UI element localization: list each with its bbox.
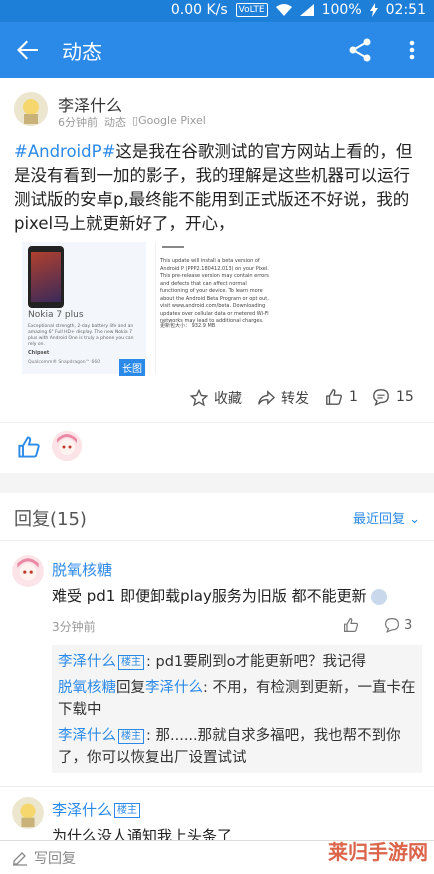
network-speed: 0.00 K/s <box>170 2 228 18</box>
comment-text-content: 难受 pd1 即便卸载play服务为旧版 都不能更新 <box>52 587 367 605</box>
comment-count: 15 <box>396 389 414 405</box>
post-content: #AndroidP#这是我在谷歌测试的官方网站上看的，但是没有看到一加的影子，我… <box>14 140 424 236</box>
phone-image <box>28 246 64 308</box>
sort-label: 最近回复 <box>352 512 405 527</box>
clock: 02:51 <box>385 2 426 18</box>
sub-reply-text: : pd1要刷到o才能更新吧？我记得 <box>146 654 366 670</box>
long-image-badge: 长图 <box>119 359 145 376</box>
thumb2-size: 更新包大小： 932.9 MB <box>160 323 216 329</box>
edit-icon <box>13 852 27 866</box>
post-category: 动态 <box>104 116 126 129</box>
post-username[interactable]: 李泽什么 <box>58 92 122 116</box>
thumbs-up-icon <box>326 389 342 405</box>
emoji-icon <box>371 588 388 605</box>
comment-icon <box>373 389 389 406</box>
post-image-2[interactable]: This update will install a beta version … <box>155 242 279 374</box>
comment-icon <box>384 617 400 633</box>
sort-dropdown[interactable]: 最近回复 ⌄ <box>353 508 420 527</box>
liked-user-avatar[interactable] <box>52 431 82 461</box>
thumbs-up-icon <box>344 617 359 632</box>
comment-item: 李泽什么 楼主 为什么没人通知我上头条了 <box>0 786 434 845</box>
thumbs-up-blue-icon <box>18 436 40 458</box>
forward-label: 转发 <box>281 391 309 407</box>
post-time: 6分钟前 <box>58 116 98 129</box>
comment-username[interactable]: 李泽什么 楼主 <box>52 799 142 820</box>
thumb1-spec-label: Chipset <box>28 350 50 356</box>
share-icon[interactable] <box>346 36 374 64</box>
forward-icon <box>258 390 275 405</box>
comment-text: 难受 pd1 即便卸载play服务为旧版 都不能更新 <box>52 585 388 606</box>
sub-reply-user[interactable]: 李泽什么 <box>58 728 116 744</box>
like-count: 1 <box>349 389 358 405</box>
sub-reply[interactable]: 脱氧核糖回复李泽什么: 不用，有检测到更新，一直卡在下载中 <box>58 677 416 721</box>
comment-reply-button[interactable]: 3 <box>384 617 412 633</box>
status-bar: 0.00 K/s VoLTE 100% 02:51 <box>0 0 434 22</box>
app-bar: 动态 <box>0 22 434 78</box>
sub-reply-mid: 回复 <box>116 680 145 696</box>
op-badge: 楼主 <box>118 728 144 744</box>
post-card: 李泽什么 6分钟前 动态 ▯ Google Pixel #AndroidP#这是… <box>0 78 434 473</box>
comment-username-text: 李泽什么 <box>52 801 113 819</box>
battery-charging-icon <box>369 3 378 17</box>
sub-reply-user[interactable]: 脱氧核糖 <box>58 680 116 696</box>
thumb1-title: Nokia 7 plus <box>28 310 84 320</box>
comment-reply-count: 3 <box>404 617 413 633</box>
forward-button[interactable]: 转发 <box>257 388 309 408</box>
sub-reply[interactable]: 李泽什么 楼主: pd1要刷到o才能更新吧？我记得 <box>58 651 416 673</box>
battery-percent: 100% <box>321 2 362 18</box>
thumb1-spec-value: Qualcomm® Snapdragon™ 660 <box>28 360 101 365</box>
post-image-1[interactable]: Nokia 7 plus Exceptional strength, 2-day… <box>22 242 146 374</box>
write-reply-button[interactable]: 写回复 <box>12 848 76 868</box>
write-reply-label: 写回复 <box>34 851 76 867</box>
sub-replies: 李泽什么 楼主: pd1要刷到o才能更新吧？我记得 脱氧核糖回复李泽什么: 不用，… <box>52 645 422 773</box>
replies-count-label: 回复(15) <box>14 509 87 530</box>
replies-header: 回复(15) 最近回复 ⌄ <box>0 493 434 541</box>
chevron-down-icon: ⌄ <box>409 512 420 527</box>
back-arrow-icon[interactable] <box>12 34 44 66</box>
comment-username[interactable]: 脱氧核糖 <box>52 559 112 580</box>
volte-badge: VoLTE <box>235 3 268 17</box>
sub-reply[interactable]: 李泽什么 楼主: 那......那就自求多福吧，我也帮不到你了，你可以恢复出厂设置… <box>58 725 416 769</box>
signal-icon <box>299 4 314 16</box>
comment-item: 脱氧核糖 难受 pd1 即便卸载play服务为旧版 都不能更新 3分钟前 3 李… <box>0 541 434 786</box>
op-badge: 楼主 <box>114 803 141 818</box>
wifi-icon <box>275 4 292 16</box>
page-title: 动态 <box>62 40 102 64</box>
sub-reply-user[interactable]: 李泽什么 <box>58 654 116 670</box>
favorite-button[interactable]: 收藏 <box>190 388 242 408</box>
comment-avatar[interactable] <box>12 797 44 829</box>
star-icon <box>190 389 208 407</box>
comment-time: 3分钟前 <box>52 620 96 634</box>
favorite-label: 收藏 <box>214 391 242 407</box>
post-actions: 收藏 转发 1 15 <box>0 388 434 412</box>
post-device: Google Pixel <box>138 114 206 127</box>
post-hashtag[interactable]: #AndroidP# <box>14 142 115 161</box>
sub-reply-target[interactable]: 李泽什么 <box>145 680 203 696</box>
op-badge: 楼主 <box>118 654 144 670</box>
watermark: 莱归手游网 <box>328 840 428 864</box>
thumb2-text: This update will install a beta version … <box>160 258 269 324</box>
thumb2-header-line <box>162 246 184 248</box>
thumb1-text: Exceptional strength, 2-day battery life… <box>28 324 134 347</box>
post-avatar[interactable] <box>14 92 48 126</box>
comment-like-button[interactable] <box>343 617 359 637</box>
comment-avatar[interactable] <box>12 555 44 587</box>
post-meta: 6分钟前 动态 ▯ Google Pixel <box>58 114 206 130</box>
more-vert-icon[interactable] <box>404 36 420 64</box>
like-button[interactable]: 1 <box>325 388 358 406</box>
comment-button[interactable]: 15 <box>372 388 414 406</box>
liked-users-bar <box>0 422 434 472</box>
